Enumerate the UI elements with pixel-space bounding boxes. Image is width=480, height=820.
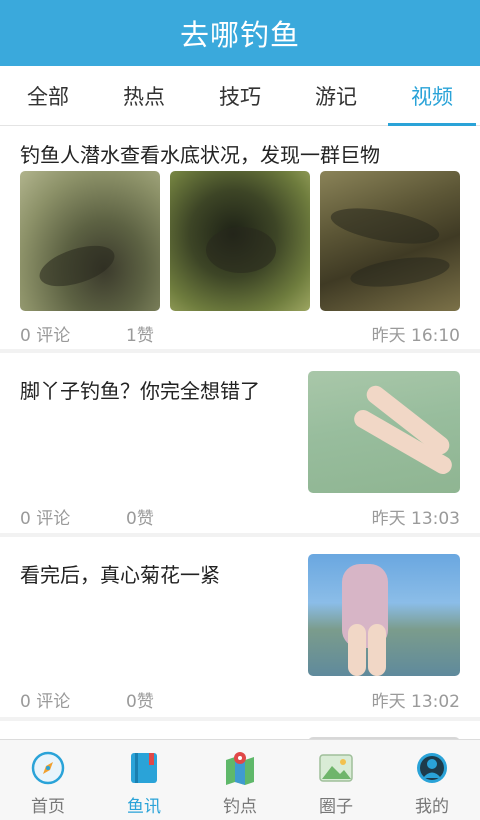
comment-count: 0 评论	[20, 509, 71, 529]
tab-tips[interactable]: 技巧	[192, 66, 288, 125]
nav-spots[interactable]: 钓点	[192, 740, 288, 820]
video-thumbnail[interactable]	[308, 554, 460, 676]
comment-count: 0 评论	[20, 692, 71, 712]
feed-item-title: 钓鱼人潜水查看水底状况，发现一群巨物	[20, 143, 380, 167]
app-title: 去哪钓鱼	[179, 18, 300, 52]
nav-profile[interactable]: 我的	[384, 740, 480, 820]
feed-item[interactable]	[0, 721, 480, 739]
feed-item[interactable]: 脚丫子钓鱼？你完全想错了 0 评论 0赞 昨天 13:03	[0, 353, 480, 533]
feed-item[interactable]: 看完后，真心菊花一紧 0 评论 0赞 昨天 13:02	[0, 537, 480, 717]
nav-label: 钓点	[223, 797, 257, 817]
feed-item[interactable]: 钓鱼人潜水查看水底状况，发现一群巨物 0 评论 1赞 昨天 16:10	[0, 127, 480, 349]
like-count: 0赞	[126, 692, 154, 712]
nav-label: 首页	[31, 797, 65, 817]
book-icon	[126, 750, 162, 786]
nav-label: 鱼讯	[127, 797, 161, 817]
compass-icon	[30, 750, 66, 786]
tab-all[interactable]: 全部	[0, 66, 96, 125]
tab-travel[interactable]: 游记	[288, 66, 384, 125]
leg-shape	[368, 624, 386, 676]
nav-news[interactable]: 鱼讯	[96, 740, 192, 820]
map-pin-icon	[222, 750, 258, 786]
post-time: 昨天 13:03	[371, 509, 460, 529]
app-header: 去哪钓鱼	[0, 0, 480, 66]
video-thumbnail[interactable]	[308, 371, 460, 493]
post-time: 昨天 13:02	[371, 692, 460, 712]
fish-shape	[328, 201, 442, 251]
feed-item-title: 看完后，真心菊花一紧	[20, 563, 220, 587]
nav-label: 圈子	[319, 797, 353, 817]
profile-icon	[414, 750, 450, 786]
fish-shape	[348, 252, 452, 292]
video-thumbnail[interactable]	[170, 171, 310, 311]
nav-label: 我的	[415, 797, 449, 817]
news-feed: 钓鱼人潜水查看水底状况，发现一群巨物 0 评论 1赞 昨天 16:10 脚丫子钓…	[0, 127, 480, 739]
nav-circle[interactable]: 圈子	[288, 740, 384, 820]
photos-icon	[318, 750, 354, 786]
fish-shape	[34, 237, 120, 295]
post-time: 昨天 16:10	[371, 326, 460, 346]
video-thumbnail[interactable]	[320, 171, 460, 311]
diver-shape	[206, 227, 276, 273]
bottom-nav: 首页 鱼讯 钓点 圈子 我的	[0, 739, 480, 820]
tab-video[interactable]: 视频	[384, 66, 480, 126]
comment-count: 0 评论	[20, 326, 71, 346]
like-count: 1赞	[126, 326, 154, 346]
like-count: 0赞	[126, 509, 154, 529]
video-thumbnail[interactable]	[20, 171, 160, 311]
feed-item-title: 脚丫子钓鱼？你完全想错了	[20, 379, 260, 403]
nav-home[interactable]: 首页	[0, 740, 96, 820]
tab-hot[interactable]: 热点	[96, 66, 192, 125]
category-tabs: 全部 热点 技巧 游记 视频	[0, 66, 480, 126]
leg-shape	[348, 624, 366, 676]
